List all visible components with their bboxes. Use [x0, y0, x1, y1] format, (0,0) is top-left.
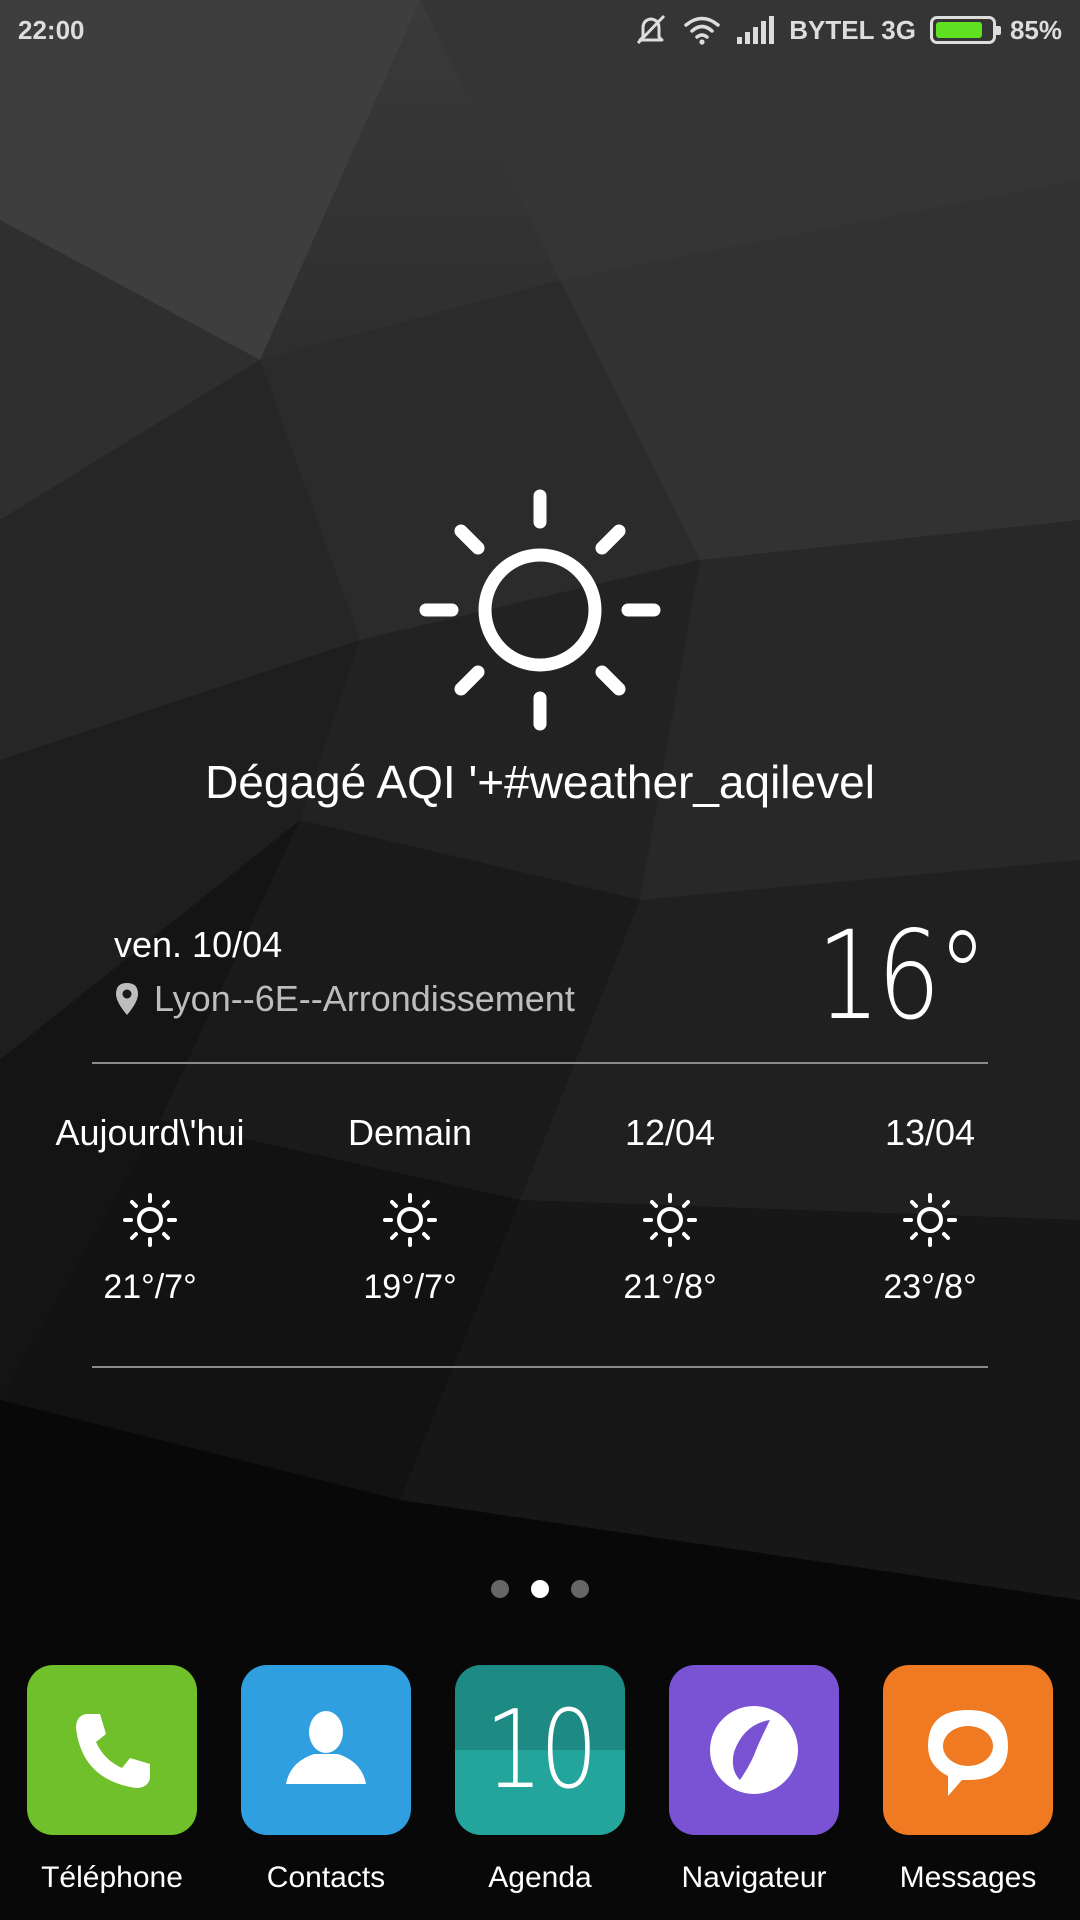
- carrier-label: BYTEL 3G: [789, 14, 916, 45]
- weather-date: ven. 10/04: [114, 924, 283, 965]
- forecast-temperature: 19°/7°: [363, 1268, 457, 1306]
- browser-icon[interactable]: [669, 1665, 839, 1835]
- forecast-day: 13/04 23°/8°: [800, 1112, 1060, 1307]
- page-indicator: [0, 1580, 1080, 1598]
- app-dock: Téléphone Contacts 10 Agenda Navigateur …: [27, 1665, 1053, 1895]
- status-bar: 22:00 BYTEL 3G 85%: [0, 0, 1080, 60]
- app-label: Téléphone: [41, 1861, 183, 1894]
- weather-divider-top: [92, 1062, 988, 1064]
- battery-icon: [929, 16, 1001, 44]
- battery-percent: 85%: [1009, 14, 1062, 45]
- app-telephone[interactable]: Téléphone: [27, 1665, 197, 1895]
- contacts-icon[interactable]: [241, 1665, 411, 1835]
- forecast-temperature: 21°/7°: [103, 1268, 197, 1306]
- app-agenda[interactable]: 10 Agenda: [455, 1665, 625, 1895]
- forecast-day: 12/04 21°/8°: [540, 1112, 800, 1307]
- calendar-day: 10: [484, 1687, 598, 1813]
- forecast-row[interactable]: Aujourd\'hui 21°/7° Demain 19°/7° 12/04 …: [20, 1112, 1060, 1307]
- sun-icon: [903, 1193, 957, 1247]
- current-temperature: 16°: [816, 905, 988, 1047]
- page-dot[interactable]: [571, 1580, 589, 1598]
- sun-icon: [643, 1193, 697, 1247]
- status-time: 22:00: [18, 14, 85, 45]
- app-label: Navigateur: [681, 1861, 827, 1894]
- forecast-day-label: Aujourd\'hui: [55, 1112, 245, 1153]
- weather-condition[interactable]: Dégagé AQI '+#weather_aqilevel: [0, 755, 1080, 809]
- forecast-day: Demain 19°/7°: [280, 1112, 540, 1307]
- calendar-icon[interactable]: 10: [455, 1665, 625, 1835]
- mute-icon: [637, 14, 666, 45]
- forecast-day-label: 12/04: [624, 1112, 716, 1153]
- location-label: Lyon--6E--Arrondissement: [154, 978, 575, 1019]
- sun-icon[interactable]: [418, 488, 662, 732]
- phone-icon[interactable]: [27, 1665, 197, 1835]
- app-navigateur[interactable]: Navigateur: [669, 1665, 839, 1895]
- app-contacts[interactable]: Contacts: [241, 1665, 411, 1895]
- battery-level: [935, 22, 982, 38]
- location-pin-icon: [116, 983, 138, 1015]
- page-dot[interactable]: [491, 1580, 509, 1598]
- weather-location[interactable]: Lyon--6E--Arrondissement: [114, 978, 575, 1020]
- sun-icon: [123, 1193, 177, 1247]
- app-messages[interactable]: Messages: [883, 1665, 1053, 1895]
- forecast-day-label: Demain: [347, 1112, 473, 1153]
- app-label: Contacts: [266, 1861, 386, 1894]
- forecast-day-label: 13/04: [884, 1112, 976, 1153]
- forecast-temperature: 23°/8°: [883, 1268, 977, 1306]
- page-dot-active[interactable]: [531, 1580, 549, 1598]
- app-label: Messages: [899, 1861, 1037, 1894]
- messages-icon[interactable]: [883, 1665, 1053, 1835]
- home-screen: 22:00 BYTEL 3G 85% Dégagé AQI '+#weather…: [0, 0, 1080, 1920]
- status-icons: BYTEL 3G 85%: [633, 13, 1062, 47]
- wifi-icon: [684, 16, 721, 45]
- sun-icon: [383, 1193, 437, 1247]
- app-label: Agenda: [488, 1861, 592, 1894]
- forecast-day: Aujourd\'hui 21°/7°: [20, 1112, 280, 1307]
- weather-divider-bottom: [92, 1366, 988, 1368]
- forecast-temperature: 21°/8°: [623, 1268, 717, 1306]
- signal-icon: [737, 16, 775, 44]
